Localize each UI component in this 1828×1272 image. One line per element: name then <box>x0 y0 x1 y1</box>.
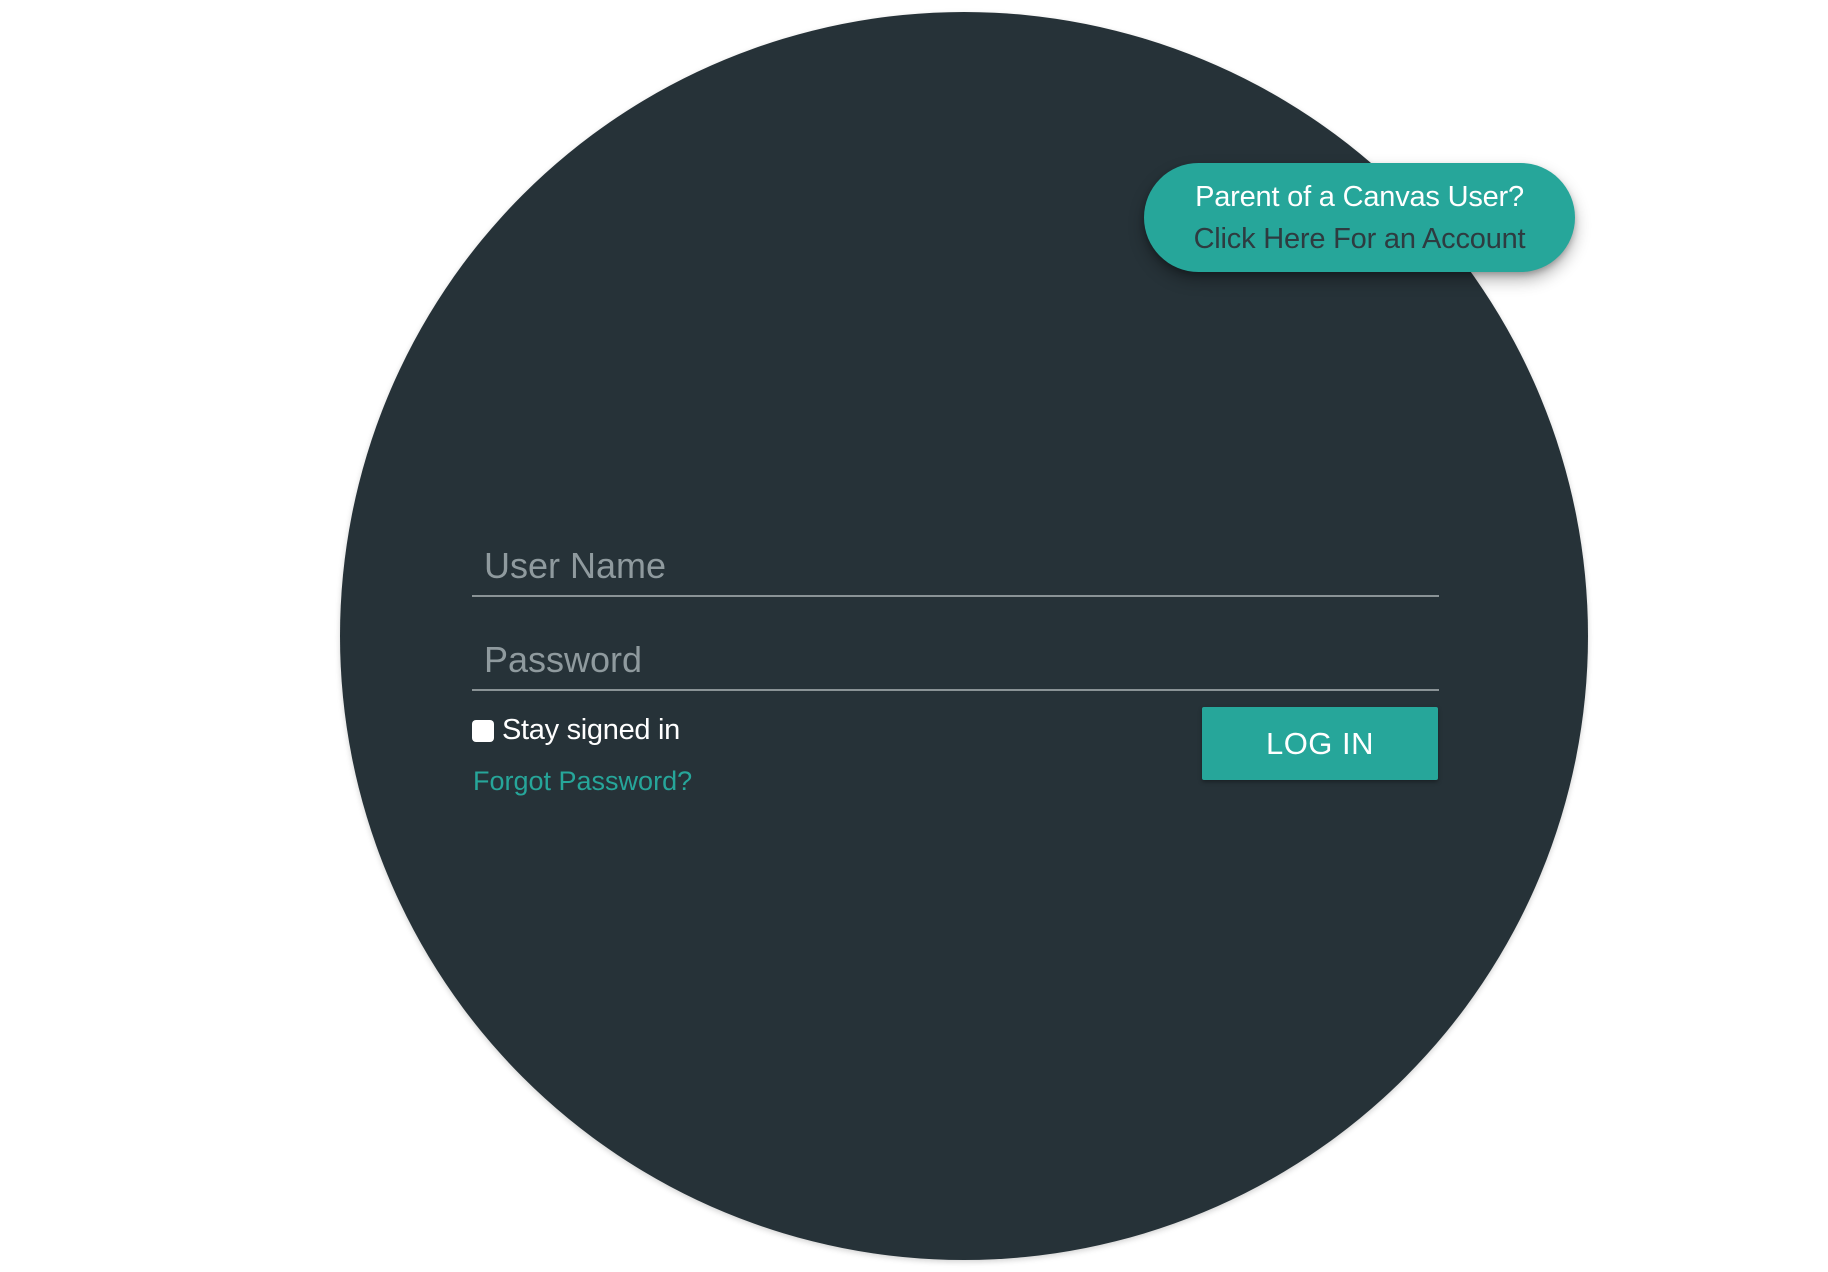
password-field <box>472 631 1439 691</box>
password-input[interactable] <box>472 631 1439 689</box>
stay-signed-in-control[interactable]: Stay signed in <box>472 714 680 747</box>
username-input[interactable] <box>472 537 1439 595</box>
stay-signed-in-label: Stay signed in <box>502 714 680 746</box>
login-button[interactable]: LOG IN <box>1202 707 1438 780</box>
stay-signed-in-checkbox[interactable] <box>472 719 494 742</box>
parent-account-button[interactable]: Parent of a Canvas User? Click Here For … <box>1144 163 1575 272</box>
parent-question-text: Parent of a Canvas User? <box>1195 180 1524 213</box>
username-field <box>472 537 1439 597</box>
login-page: Parent of a Canvas User? Click Here For … <box>0 0 1828 1272</box>
forgot-password-link[interactable]: Forgot Password? <box>473 766 692 797</box>
parent-account-link-text: Click Here For an Account <box>1193 222 1526 255</box>
